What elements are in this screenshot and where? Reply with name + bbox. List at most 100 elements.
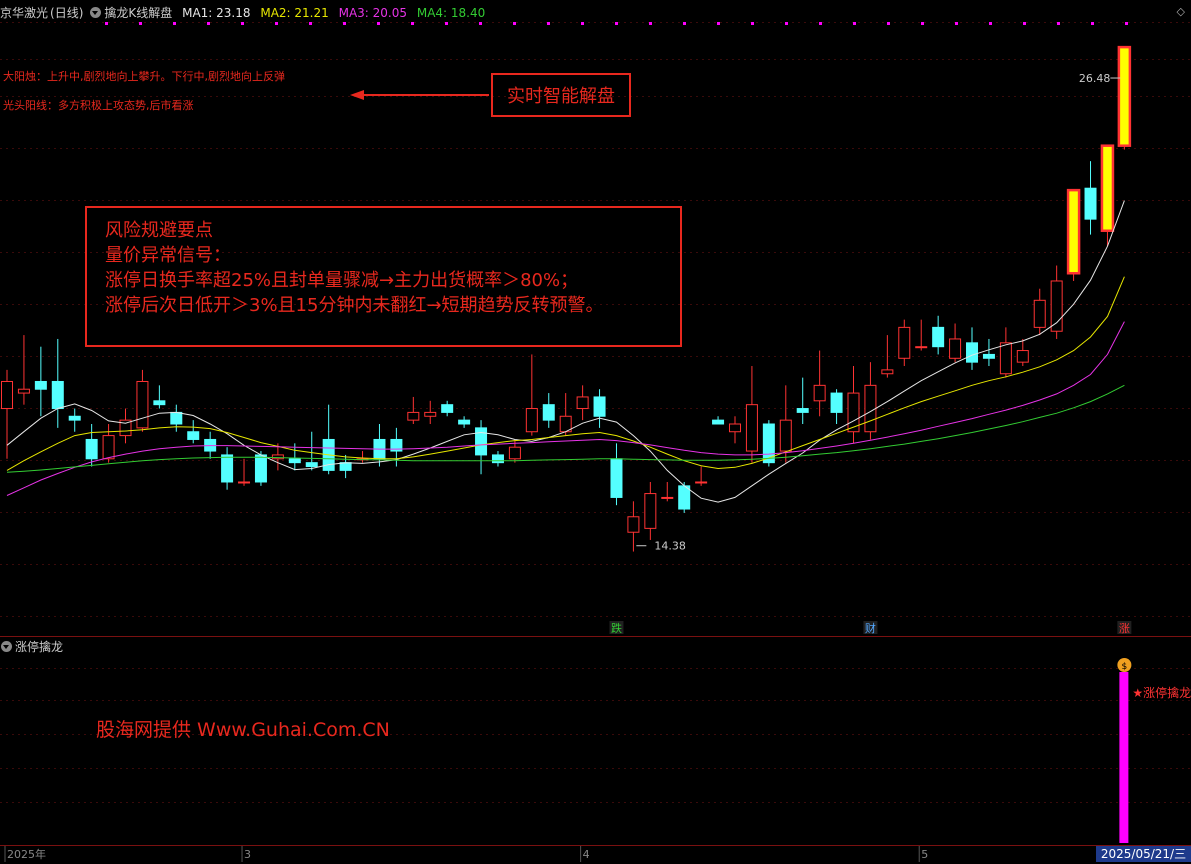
top-marker-dot <box>343 22 346 25</box>
top-marker-dot <box>207 22 210 25</box>
sub-panel-name: 涨停擒龙 <box>15 640 64 654</box>
top-marker-dot <box>683 22 686 25</box>
candle-up <box>644 493 657 529</box>
risk-subtitle: 量价异常信号： <box>105 245 231 266</box>
top-marker-dot <box>445 22 448 25</box>
candle-down <box>475 427 488 456</box>
ma2-value: MA2: 21.21 <box>260 6 329 20</box>
top-marker-dot <box>785 22 788 25</box>
top-marker-dot <box>105 22 108 25</box>
candle-up <box>1033 299 1046 328</box>
candle-down <box>34 380 47 390</box>
candle-up <box>1117 45 1132 147</box>
top-marker-dot <box>513 22 516 25</box>
chevron-down-icon[interactable] <box>90 7 102 18</box>
candle-down <box>593 396 606 417</box>
top-marker-dot <box>581 22 584 25</box>
candle-up <box>881 369 894 375</box>
candle-down <box>982 353 995 359</box>
x-tick-label: 2025年 <box>7 847 46 861</box>
candle-down <box>712 419 725 425</box>
candle-up <box>813 384 826 402</box>
candle-down <box>51 380 64 410</box>
signal-bar <box>1119 672 1129 843</box>
candle-up <box>1050 280 1063 332</box>
signal-label: ★涨停擒龙 <box>1132 685 1191 700</box>
candle-up <box>779 419 792 452</box>
candle-up <box>525 408 538 433</box>
stock-name[interactable]: 京华激光 <box>0 6 48 20</box>
candle-up <box>271 454 284 460</box>
candle-down <box>678 485 691 510</box>
candle-up <box>898 326 911 359</box>
top-marker-dot <box>853 22 856 25</box>
indicator-name[interactable]: 擒龙K线解盘 <box>104 6 172 20</box>
ma4-value: MA4: 18.40 <box>416 6 486 20</box>
top-marker-dot <box>921 22 924 25</box>
top-marker-dot <box>955 22 958 25</box>
candle-down <box>542 404 555 421</box>
top-marker-dot <box>309 22 312 25</box>
candle-down <box>288 458 301 464</box>
candle-up <box>508 446 521 460</box>
candle-down <box>932 326 945 348</box>
top-marker-dot <box>1023 22 1026 25</box>
candle-down <box>153 400 166 406</box>
candle-down <box>170 411 183 425</box>
chevron-down-icon[interactable] <box>1 641 12 652</box>
top-marker-dot <box>411 22 414 25</box>
top-marker-dot <box>1125 22 1128 25</box>
candle-up <box>407 411 420 421</box>
top-marker-dot <box>819 22 822 25</box>
candle-up <box>136 380 149 429</box>
risk-title: 风险规避要点 <box>105 220 213 241</box>
watermark: 股海网提供 Www.Guhai.Com.CN <box>96 719 390 741</box>
top-marker-dot <box>751 22 754 25</box>
candle-up <box>17 388 30 394</box>
moneybag-symbol: $ <box>1122 662 1128 672</box>
candle-up <box>728 423 741 433</box>
candle-up <box>915 346 928 349</box>
top-marker-dot <box>275 22 278 25</box>
period-label[interactable]: (日线) <box>50 6 83 20</box>
candle-down <box>254 454 267 483</box>
top-marker-dot <box>1091 22 1094 25</box>
arrow-head-icon <box>350 90 364 100</box>
candle-up <box>576 396 589 410</box>
candle-down <box>187 431 200 440</box>
event-badge: 涨 <box>1119 622 1130 635</box>
top-marker-dot <box>547 22 550 25</box>
x-tick-label: 4 <box>583 848 590 861</box>
candle-up <box>949 338 962 359</box>
top-marker-dot <box>649 22 652 25</box>
top-marker-dot <box>717 22 720 25</box>
sub-panel-header[interactable]: 涨停擒龙 <box>0 638 63 655</box>
candle-down <box>830 392 843 413</box>
event-badge: 财 <box>865 621 876 635</box>
top-marker-dot <box>241 22 244 25</box>
risk-line-2: 涨停后次日低开＞3%且15分钟内未翻红→短期趋势反转预警。 <box>105 295 604 316</box>
top-marker-dot <box>615 22 618 25</box>
expand-icon[interactable]: ◇ <box>1177 5 1185 18</box>
pattern-note-2: 光头阳线：多方积极上攻态势,后市看涨 <box>3 99 194 112</box>
ma1-value: MA1: 23.18 <box>182 6 251 20</box>
candle-down <box>441 404 454 413</box>
candle-down <box>305 462 318 468</box>
candle-up <box>627 516 640 533</box>
candle-up <box>661 496 674 499</box>
x-tick-label: 3 <box>244 848 251 861</box>
top-marker-dot <box>479 22 482 25</box>
candle-up <box>1066 188 1081 275</box>
candle-up <box>1 380 13 410</box>
ma3-value: MA3: 20.05 <box>338 6 408 20</box>
top-marker-dot <box>173 22 176 25</box>
top-marker-dot <box>377 22 380 25</box>
candle-down <box>610 458 623 498</box>
pattern-note-1: 大阳烛：上升中,剧烈地向上攀升。下行中,剧烈地向上反弹 <box>3 70 285 83</box>
price-label: 14.38 <box>654 540 686 553</box>
candle-up <box>1100 144 1115 232</box>
event-badge: 跌 <box>611 621 622 635</box>
price-label: 26.48 <box>1079 72 1111 85</box>
candle-up <box>102 435 115 460</box>
top-marker-dot <box>1057 22 1060 25</box>
